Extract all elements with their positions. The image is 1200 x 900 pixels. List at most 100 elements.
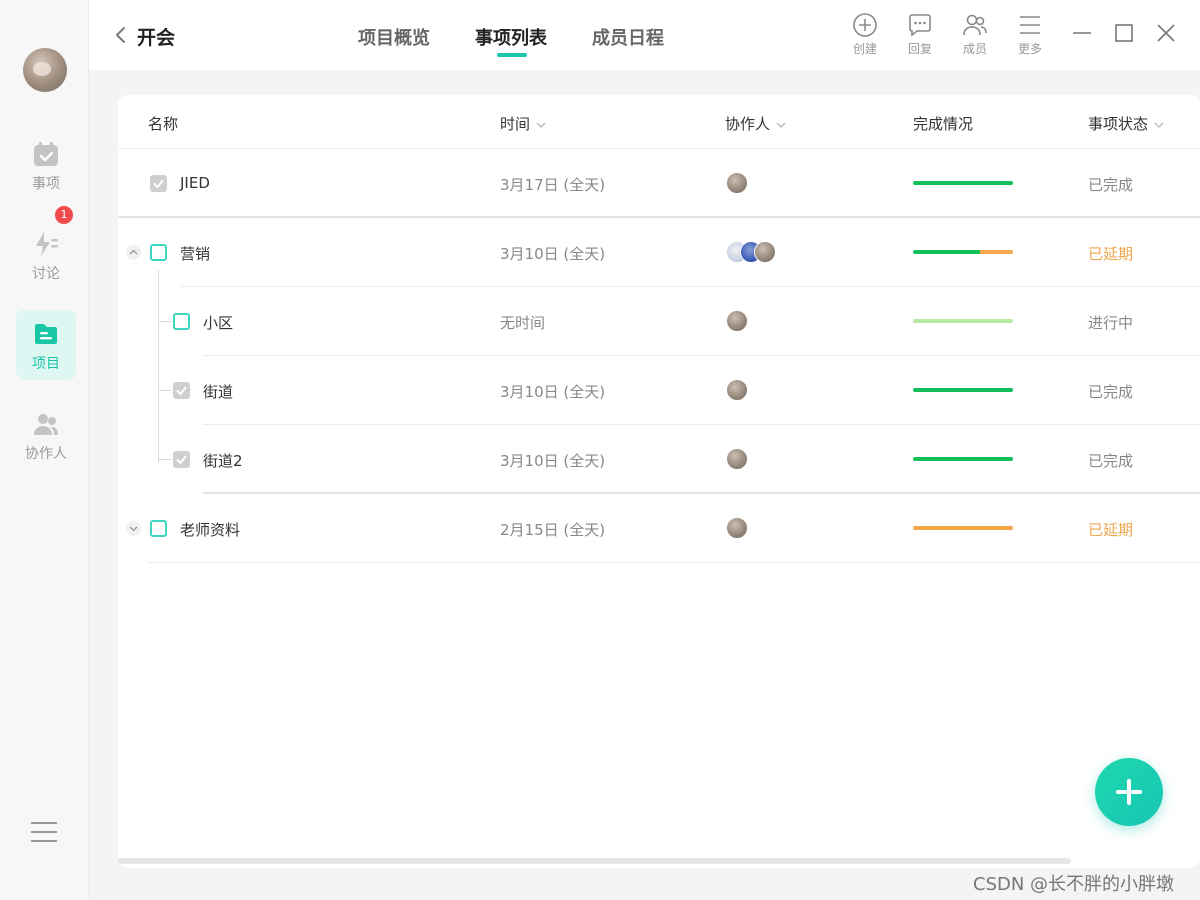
more-button[interactable]: 更多 (1008, 12, 1052, 57)
more-menu-icon (1020, 16, 1040, 34)
tab-overview[interactable]: 项目概览 (358, 24, 430, 50)
add-task-button[interactable] (1095, 758, 1163, 826)
task-time: 2月15日 (全天) (500, 521, 606, 539)
task-checkbox[interactable] (150, 520, 167, 537)
row-divider (148, 562, 1200, 563)
sidebar-item-label: 讨论 (32, 266, 60, 282)
chevron-down-icon (776, 122, 786, 128)
column-header-name: 名称 (148, 115, 179, 133)
table-row[interactable]: 小区 无时间 进行中 (118, 287, 1200, 356)
calendar-check-icon (34, 142, 58, 166)
maximize-icon[interactable] (1113, 22, 1135, 44)
progress-bar (913, 457, 1013, 461)
chevron-down-icon (1154, 122, 1164, 128)
column-header-label: 协作人 (725, 115, 771, 133)
status-label: 已完成 (1088, 452, 1134, 470)
reply-button[interactable]: 回复 (898, 12, 942, 57)
progress-bar (913, 526, 1013, 530)
top-bar: 开会 项目概览 事项列表 成员日程 创建 回复 成员 更多 (89, 0, 1200, 70)
expand-toggle[interactable] (126, 521, 141, 536)
sidebar-item-tasks[interactable]: 事项 (16, 130, 76, 200)
checkmark-icon (153, 179, 164, 189)
sidebar-item-label: 项目 (32, 356, 60, 372)
page-title: 开会 (137, 27, 176, 49)
status-label: 已延期 (1088, 521, 1134, 539)
tab-member-schedule[interactable]: 成员日程 (592, 24, 664, 50)
progress-bar (913, 250, 1013, 254)
avatar (726, 310, 748, 332)
sidebar-item-discuss[interactable]: 1 讨论 (16, 206, 76, 290)
status-label: 已延期 (1088, 245, 1134, 263)
more-label: 更多 (1017, 42, 1042, 56)
sidebar-item-collaborators[interactable]: 协作人 (16, 400, 76, 470)
avatar (726, 448, 748, 470)
sidebar-item-label: 协作人 (25, 446, 67, 462)
back-arrow-icon[interactable] (113, 24, 129, 46)
checkmark-icon (176, 386, 187, 396)
avatar (754, 241, 776, 263)
task-checkbox[interactable] (150, 175, 167, 192)
lightning-icon (36, 232, 58, 256)
task-time: 无时间 (500, 314, 546, 332)
column-header-time[interactable]: 时间 (500, 113, 546, 134)
chevron-up-icon (129, 249, 138, 255)
minimize-icon[interactable] (1071, 22, 1093, 44)
column-header-status[interactable]: 事项状态 (1088, 113, 1164, 134)
progress-bar (913, 181, 1013, 185)
task-checkbox[interactable] (150, 244, 167, 261)
members-button[interactable]: 成员 (953, 12, 997, 57)
user-avatar[interactable] (23, 48, 67, 92)
task-name[interactable]: 营销 (180, 243, 210, 264)
members-icon (963, 14, 987, 36)
create-button[interactable]: 创建 (843, 12, 887, 57)
sidebar-item-projects[interactable]: 项目 (16, 310, 76, 380)
people-icon (34, 414, 58, 435)
table-header: 名称 时间 协作人 完成情况 事项状态 (118, 95, 1200, 149)
checkmark-icon (176, 455, 187, 465)
chevron-down-icon (129, 526, 138, 532)
task-checkbox[interactable] (173, 382, 190, 399)
horizontal-scrollbar[interactable] (118, 858, 1071, 864)
status-label: 进行中 (1088, 314, 1134, 332)
create-label: 创建 (852, 42, 877, 56)
hamburger-menu-icon[interactable] (31, 820, 57, 844)
plus-circle-icon (853, 13, 877, 37)
close-icon[interactable] (1155, 22, 1177, 44)
task-time: 3月10日 (全天) (500, 383, 606, 401)
progress-segment (980, 250, 1013, 254)
watermark-text: CSDN @长不胖的小胖墩 (973, 874, 1175, 895)
members-label: 成员 (962, 42, 987, 56)
progress-segment (913, 319, 1013, 323)
table-row[interactable]: JIED 3月17日 (全天) 已完成 (118, 149, 1200, 218)
task-checkbox[interactable] (173, 313, 190, 330)
progress-bar (913, 319, 1013, 323)
column-header-label: 事项状态 (1088, 115, 1149, 133)
table-row[interactable]: 街道2 3月10日 (全天) 已完成 (118, 425, 1200, 494)
progress-segment (913, 388, 1013, 392)
table-row[interactable]: 街道 3月10日 (全天) 已完成 (118, 356, 1200, 425)
active-tab-indicator (497, 53, 527, 57)
task-name[interactable]: JIED (180, 174, 210, 192)
reply-label: 回复 (907, 42, 932, 56)
progress-segment (913, 250, 980, 254)
plus-icon (1116, 779, 1142, 805)
unread-badge: 1 (55, 206, 73, 224)
table-row[interactable]: 营销 3月10日 (全天) 已延期 (118, 218, 1200, 287)
status-label: 已完成 (1088, 176, 1134, 194)
task-name[interactable]: 老师资料 (180, 519, 240, 540)
tab-task-list[interactable]: 事项列表 (475, 24, 547, 50)
task-name[interactable]: 街道2 (203, 450, 243, 471)
task-name[interactable]: 街道 (203, 381, 233, 402)
task-name[interactable]: 小区 (203, 312, 233, 333)
table-row[interactable]: 老师资料 2月15日 (全天) 已延期 (118, 494, 1200, 563)
folder-icon (35, 324, 57, 344)
task-list-card: 名称 时间 协作人 完成情况 事项状态 JIED 3月17日 (全天) 已完成 (118, 95, 1200, 868)
task-time: 3月10日 (全天) (500, 452, 606, 470)
progress-segment (913, 457, 1013, 461)
column-header-collaborators[interactable]: 协作人 (725, 113, 786, 134)
progress-segment (913, 181, 1013, 185)
avatar (726, 379, 748, 401)
task-checkbox[interactable] (173, 451, 190, 468)
avatar (726, 172, 748, 194)
collapse-toggle[interactable] (126, 245, 141, 260)
